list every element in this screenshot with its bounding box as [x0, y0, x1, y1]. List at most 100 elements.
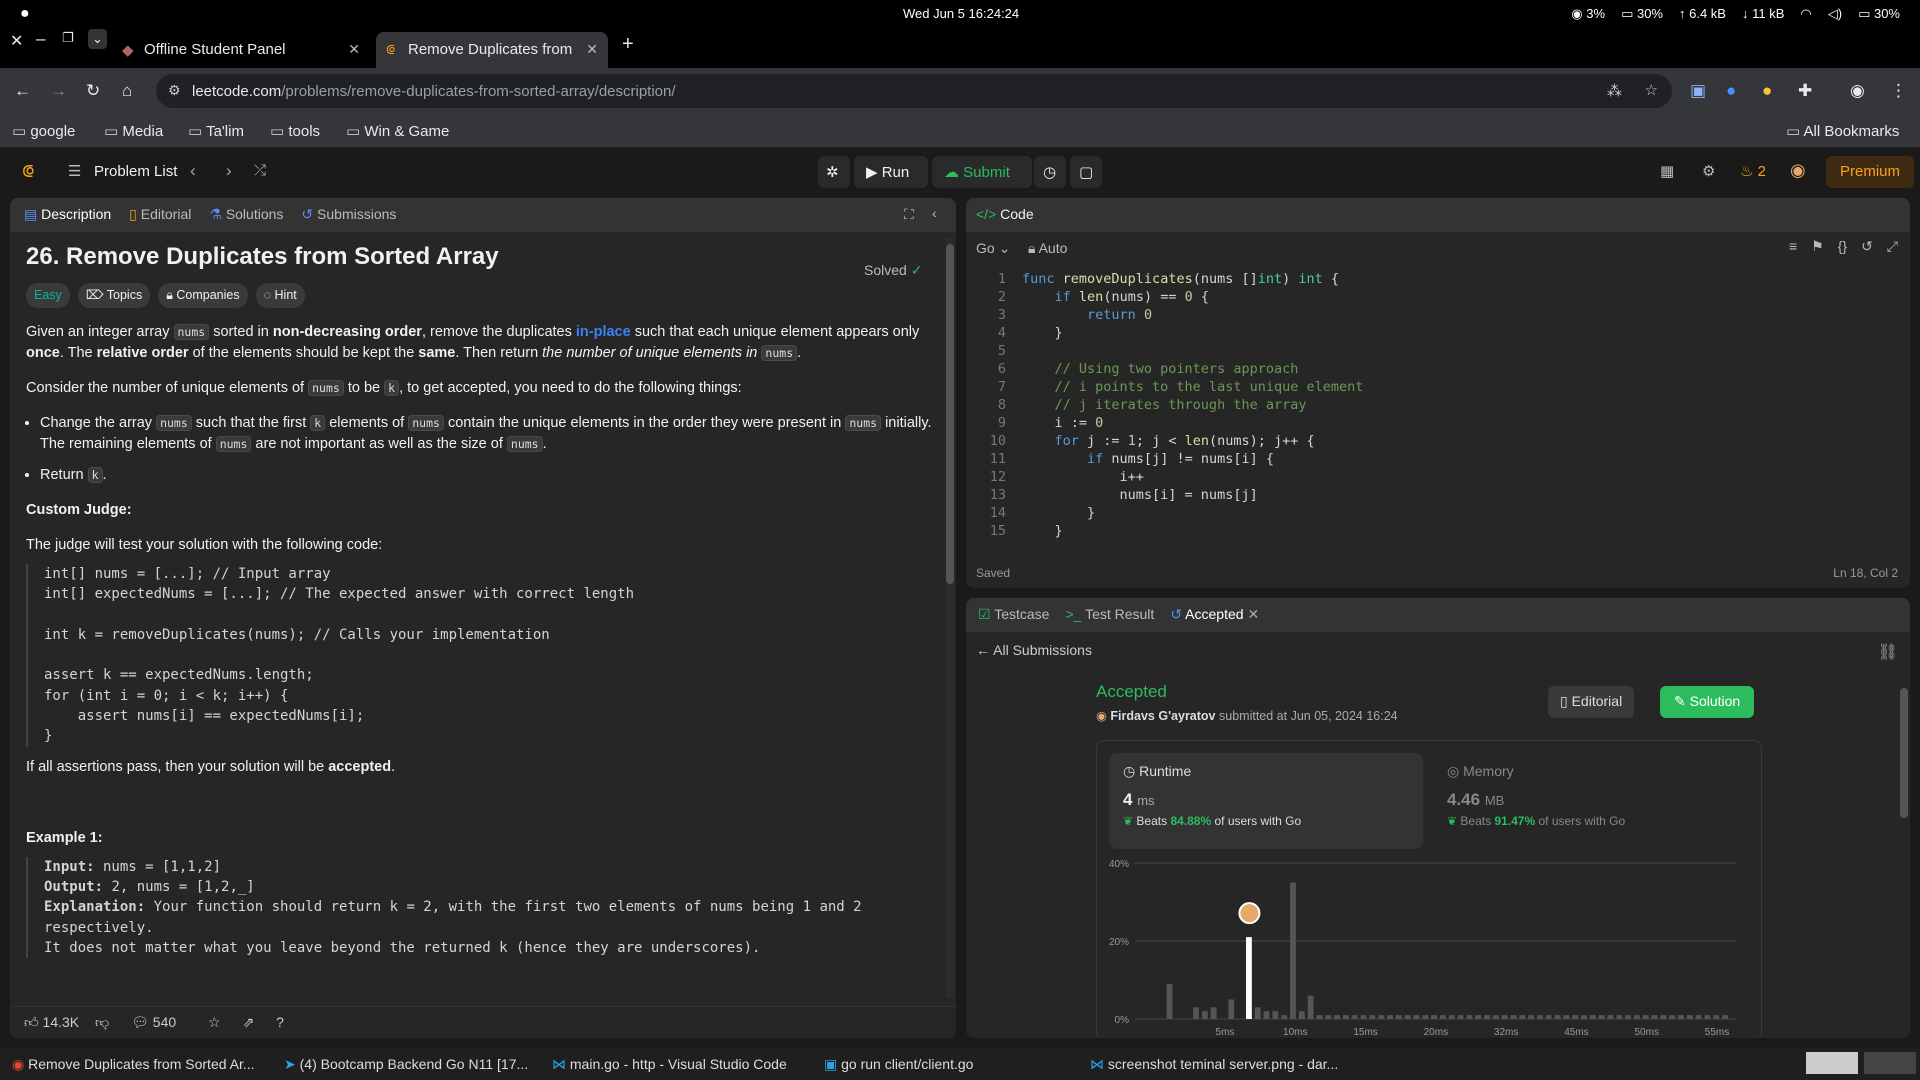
tab-testcase[interactable]: ☑ Testcase — [978, 606, 1049, 624]
taskbar-vscode-2[interactable]: ⋈ screenshot teminal server.png - dar... — [1090, 1056, 1338, 1073]
extension-translate-icon[interactable]: ▣ — [1690, 81, 1706, 101]
clock[interactable]: Wed Jun 5 16:24:24 — [903, 6, 1019, 21]
scrollbar-thumb[interactable] — [1900, 688, 1908, 818]
bookmark-tools[interactable]: tools — [270, 122, 320, 140]
shuffle-icon[interactable]: ⤮ — [254, 162, 266, 179]
restore-icon[interactable]: ❐ — [62, 30, 74, 46]
notes-icon[interactable]: ▢ — [1070, 156, 1102, 188]
scrollbar-thumb[interactable] — [946, 244, 954, 584]
dislike-icon[interactable]: 👎︎ — [95, 1014, 109, 1030]
bookmark-win-game[interactable]: Win & Game — [346, 122, 449, 140]
taskbar-vscode[interactable]: ⋈ main.go - http - Visual Studio Code — [552, 1056, 787, 1073]
topics-tag[interactable]: ⌦ Topics — [77, 283, 151, 308]
tab-accepted[interactable]: ↺ Accepted ✕ — [1170, 606, 1259, 624]
timer-icon[interactable]: ◷ — [1034, 156, 1066, 188]
problem-list-link[interactable]: Problem List — [94, 163, 177, 180]
site-info-icon[interactable]: ⚙ — [168, 82, 181, 99]
wifi-icon[interactable]: ◠ — [1800, 6, 1811, 22]
expand-icon[interactable]: ⤢ — [1887, 238, 1898, 255]
home-icon[interactable]: ⌂ — [122, 81, 132, 101]
tab-submissions[interactable]: ↺ Submissions — [301, 206, 396, 224]
result-scrollbar[interactable] — [1900, 658, 1908, 1028]
tab-offline-student-panel[interactable]: ◆ Offline Student Panel ✕ — [112, 32, 370, 68]
code-line[interactable]: } — [1022, 522, 1063, 540]
close-tab-icon[interactable]: ✕ — [348, 41, 360, 58]
extension-blue-icon[interactable]: ● — [1726, 81, 1736, 101]
like-button[interactable]: 👍︎ 14.3K — [24, 1014, 79, 1030]
auto-mode-toggle[interactable]: 🔒︎ Auto — [1028, 240, 1067, 257]
layout-icon[interactable]: ▦ — [1660, 162, 1674, 180]
fullscreen-icon[interactable]: ⛶ — [904, 206, 914, 223]
code-line[interactable]: func removeDuplicates(nums []int) int { — [1022, 270, 1339, 288]
user-name[interactable]: Firdavs G'ayratov — [1110, 709, 1215, 723]
help-icon[interactable]: ? — [276, 1014, 284, 1030]
reload-icon[interactable]: ↻ — [86, 81, 100, 101]
code-area[interactable]: 1 func removeDuplicates(nums []int) int {… — [966, 270, 1910, 540]
solution-button[interactable]: ✎ Solution — [1660, 686, 1755, 718]
url-bar[interactable]: ⚙ leetcode.com/problems/remove-duplicate… — [156, 74, 1672, 108]
minimize-icon[interactable]: – — [36, 29, 45, 49]
submit-button[interactable]: ☁ Submit — [932, 156, 1032, 188]
code-line[interactable]: i := 0 — [1022, 414, 1104, 432]
hint-tag[interactable]: ◌ Hint — [255, 283, 305, 308]
run-button[interactable]: ▶ Run — [854, 156, 928, 188]
all-submissions-link[interactable]: ← All Submissions — [976, 642, 1092, 658]
back-icon[interactable]: ← — [14, 81, 31, 101]
apple-icon[interactable]: ● — [20, 5, 30, 23]
tab-search-icon[interactable]: ⌄ — [88, 29, 107, 49]
streak-counter[interactable]: ♨ 2 — [1740, 162, 1766, 180]
volume-icon[interactable]: ◁) — [1828, 6, 1842, 22]
leetcode-logo-icon[interactable]: ⟃ — [22, 160, 34, 183]
share-icon[interactable]: ⇗ — [243, 1014, 255, 1030]
workspace-preview-2[interactable] — [1864, 1052, 1916, 1074]
debug-icon[interactable]: ✲ — [818, 156, 850, 188]
code-line[interactable]: if len(nums) == 0 { — [1022, 288, 1209, 306]
braces-icon[interactable]: {} — [1838, 238, 1847, 255]
premium-button[interactable]: Premium — [1826, 156, 1915, 188]
tab-description[interactable]: ▤ Description — [24, 206, 111, 224]
close-tab-icon[interactable]: ✕ — [586, 41, 598, 58]
tab-solutions[interactable]: ⚗ Solutions — [209, 206, 283, 224]
code-line[interactable]: } — [1022, 504, 1095, 522]
bookmark-media[interactable]: Media — [104, 122, 163, 140]
favorite-star-icon[interactable]: ☆ — [208, 1014, 221, 1030]
description-scrollbar[interactable] — [946, 238, 954, 998]
taskbar-chrome[interactable]: ◉ Remove Duplicates from Sorted Ar... — [12, 1056, 255, 1073]
bookmark-star-icon[interactable]: ☆ — [1645, 81, 1658, 99]
new-tab-icon[interactable]: + — [622, 33, 634, 56]
taskbar-terminal[interactable]: ▣ go run client/client.go — [824, 1056, 973, 1073]
prev-problem-icon[interactable]: ‹ — [190, 161, 196, 181]
forward-icon[interactable]: → — [50, 81, 67, 101]
battery[interactable]: ▭ 30% — [1858, 6, 1900, 22]
taskbar-telegram[interactable]: ➤ (4) Bootcamp Backend Go N11 [17... — [284, 1056, 528, 1073]
language-select[interactable]: Go ⌄ — [976, 240, 1010, 257]
collapse-panel-icon[interactable]: ‹ — [932, 205, 937, 221]
tab-leetcode[interactable]: ⟃ Remove Duplicates from ✕ — [376, 32, 608, 68]
code-line[interactable]: // i points to the last unique element — [1022, 378, 1364, 396]
runtime-card[interactable]: ◷ Runtime 4 ms ❦ Beats 84.88% of users w… — [1109, 753, 1423, 849]
code-line[interactable]: if nums[j] != nums[i] { — [1022, 450, 1274, 468]
code-line[interactable]: nums[i] = nums[j] — [1022, 486, 1258, 504]
code-line[interactable]: } — [1022, 324, 1063, 342]
bookmark-talim[interactable]: Ta'lim — [188, 122, 244, 140]
code-line[interactable]: // Using two pointers approach — [1022, 360, 1299, 378]
problem-title[interactable]: 26. Remove Duplicates from Sorted Array — [26, 245, 940, 269]
share-link-icon[interactable]: ⛓ — [1878, 642, 1898, 662]
all-bookmarks[interactable]: All Bookmarks — [1786, 122, 1900, 140]
memory-card[interactable]: ◎ Memory 4.46 MB ❦ Beats 91.47% of users… — [1433, 753, 1747, 849]
format-icon[interactable]: ≡ — [1789, 238, 1797, 255]
comments-button[interactable]: 💬︎ 540 — [131, 1014, 176, 1030]
bookmark-icon[interactable]: ⚑ — [1811, 238, 1824, 255]
in-place-link[interactable]: in-place — [576, 324, 631, 340]
extension-yellow-icon[interactable]: ● — [1762, 81, 1772, 101]
close-window-icon[interactable]: ✕ — [10, 31, 23, 51]
workspace-preview-1[interactable] — [1806, 1052, 1858, 1074]
bookmark-google[interactable]: google — [12, 122, 75, 140]
translate-icon[interactable]: ⁂ — [1607, 82, 1622, 100]
user-avatar[interactable]: ◉ — [1790, 160, 1806, 181]
profile-avatar[interactable]: ◉ — [1850, 81, 1865, 101]
code-line[interactable]: // j iterates through the array — [1022, 396, 1307, 414]
close-tab-icon[interactable]: ✕ — [1247, 606, 1259, 622]
reset-icon[interactable]: ↺ — [1861, 238, 1873, 255]
extensions-icon[interactable]: ✚ — [1798, 81, 1812, 101]
